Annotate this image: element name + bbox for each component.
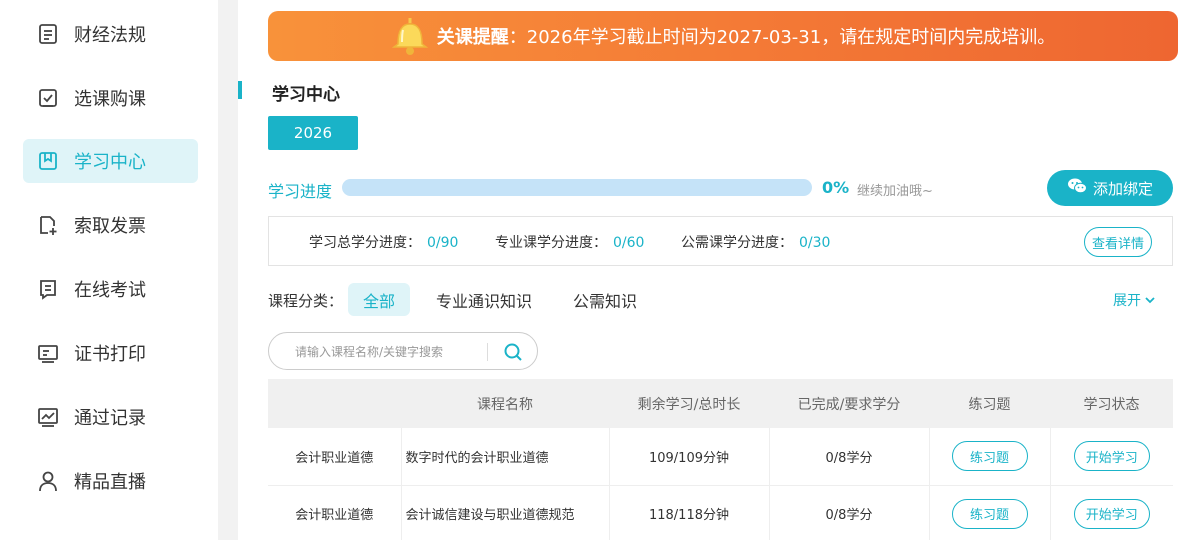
progress-hint: 继续加油哦~ — [857, 184, 933, 199]
search-divider — [487, 343, 488, 361]
start-learning-button[interactable]: 开始学习 — [1073, 441, 1150, 472]
public-credit-label: 公需课学分进度： — [681, 235, 793, 251]
sidebar-item-learning-center[interactable]: 学习中心 — [23, 139, 198, 183]
sidebar-item-label: 在线考试 — [74, 280, 146, 301]
sidebar-item-label: 学习中心 — [74, 152, 146, 173]
category-label: 课程分类： — [268, 292, 344, 310]
sidebar: 财经法规 选课购课 学习中心 索取发票 在线考试 证书打印 通过记录 精品直播 — [0, 0, 218, 540]
document-icon — [37, 23, 59, 45]
credit-progress-panel: 学习总学分进度： 0/90 专业课学分进度： 0/60 公需课学分进度： 0/30 查… — [268, 216, 1173, 266]
sidebar-item-course-selection[interactable]: 选课购课 — [23, 76, 198, 120]
course-duration: 118/118分钟 — [609, 485, 770, 540]
progress-label: 学习进度 — [268, 182, 333, 201]
course-credits: 0/8学分 — [769, 485, 930, 540]
bell-icon — [391, 16, 429, 56]
total-credit-progress: 学习总学分进度： 0/90 — [309, 232, 458, 252]
checkbox-icon — [37, 87, 59, 109]
user-icon — [37, 470, 59, 492]
public-credit-value: 0/30 — [799, 235, 831, 251]
chevron-down-icon — [1141, 292, 1155, 308]
sidebar-item-finance-regulations[interactable]: 财经法规 — [23, 12, 198, 56]
column-header-category — [268, 379, 401, 428]
page-title: 学习中心 — [272, 85, 340, 105]
table-header: 课程名称 剩余学习/总时长 已完成/要求学分 练习题 学习状态 — [268, 379, 1173, 428]
view-details-button[interactable]: 查看详情 — [1084, 227, 1152, 257]
column-header-credits: 已完成/要求学分 — [769, 379, 929, 428]
exam-icon — [37, 278, 59, 300]
chart-icon — [37, 406, 59, 428]
major-credit-label: 专业课学分进度： — [495, 235, 607, 251]
sidebar-item-label: 证书打印 — [74, 344, 146, 365]
practice-button[interactable]: 练习题 — [951, 498, 1028, 529]
expand-label: 展开 — [1113, 293, 1141, 309]
table-row: 会计职业道德 会计诚信建设与职业道德规范 118/118分钟 0/8学分 练习题… — [268, 485, 1173, 540]
banner-title: 关课提醒 — [436, 27, 509, 48]
sidebar-item-invoice[interactable]: 索取发票 — [23, 203, 198, 247]
column-header-course-name: 课程名称 — [401, 379, 609, 428]
sidebar-item-label: 通过记录 — [74, 408, 146, 429]
sidebar-item-certificate-print[interactable]: 证书打印 — [23, 331, 198, 375]
total-credit-label: 学习总学分进度： — [309, 235, 421, 251]
course-credits: 0/8学分 — [769, 428, 930, 486]
course-duration: 109/109分钟 — [609, 428, 770, 486]
wechat-icon — [1067, 177, 1093, 199]
sidebar-item-online-exam[interactable]: 在线考试 — [23, 267, 198, 311]
add-binding-label: 添加绑定 — [1092, 179, 1153, 198]
sidebar-item-pass-records[interactable]: 通过记录 — [23, 395, 198, 439]
progress-percent: 0% — [822, 178, 850, 197]
major-credit-value: 0/60 — [613, 235, 645, 251]
status-cell: 开始学习 — [1050, 485, 1173, 540]
column-header-practice: 练习题 — [929, 379, 1050, 428]
section-marker — [238, 81, 242, 99]
practice-cell: 练习题 — [929, 485, 1051, 540]
search-box — [268, 332, 538, 370]
column-header-status: 学习状态 — [1050, 379, 1173, 428]
category-tab-all[interactable]: 全部 — [348, 283, 410, 316]
column-header-duration: 剩余学习/总时长 — [609, 379, 769, 428]
course-name: 会计诚信建设与职业道德规范 — [401, 485, 610, 540]
main-panel: 关课提醒 ：2026年学习截止时间为2027-03-31，请在规定时间内完成培训。… — [238, 0, 1199, 540]
bookmark-icon — [37, 150, 59, 172]
table-row: 会计职业道德 数字时代的会计职业道德 109/109分钟 0/8学分 练习题 开… — [268, 428, 1173, 486]
course-table: 课程名称 剩余学习/总时长 已完成/要求学分 练习题 学习状态 会计职业道德 数… — [268, 379, 1173, 540]
add-binding-button[interactable]: 添加绑定 — [1047, 170, 1173, 206]
start-learning-button[interactable]: 开始学习 — [1073, 498, 1150, 529]
sidebar-item-live-streaming[interactable]: 精品直播 — [23, 459, 198, 503]
sidebar-item-label: 索取发票 — [74, 216, 146, 237]
public-credit-progress: 公需课学分进度： 0/30 — [681, 232, 830, 252]
status-cell: 开始学习 — [1050, 428, 1173, 486]
banner-text: ：2026年学习截止时间为2027-03-31，请在规定时间内完成培训。 — [508, 27, 1056, 48]
sidebar-item-label: 财经法规 — [74, 25, 146, 46]
course-category: 会计职业道德 — [268, 485, 402, 540]
practice-cell: 练习题 — [929, 428, 1051, 486]
category-tab-professional[interactable]: 专业通识知识 — [436, 283, 532, 316]
sidebar-item-label: 精品直播 — [74, 472, 146, 493]
major-credit-progress: 专业课学分进度： 0/60 — [495, 232, 644, 252]
invoice-add-icon — [37, 214, 59, 236]
year-tab-2026[interactable]: 2026 — [268, 116, 358, 150]
expand-button[interactable]: 展开 — [1113, 290, 1155, 310]
deadline-banner: 关课提醒 ：2026年学习截止时间为2027-03-31，请在规定时间内完成培训。 — [268, 11, 1178, 61]
category-tab-public[interactable]: 公需知识 — [573, 283, 637, 316]
practice-button[interactable]: 练习题 — [951, 441, 1028, 472]
total-credit-value: 0/90 — [427, 235, 459, 251]
search-input[interactable] — [295, 342, 475, 362]
search-icon[interactable] — [503, 342, 523, 362]
course-category: 会计职业道德 — [268, 428, 402, 486]
progress-bar — [342, 179, 812, 196]
certificate-icon — [37, 342, 59, 364]
course-name: 数字时代的会计职业道德 — [401, 428, 610, 486]
sidebar-item-label: 选课购课 — [74, 89, 146, 110]
